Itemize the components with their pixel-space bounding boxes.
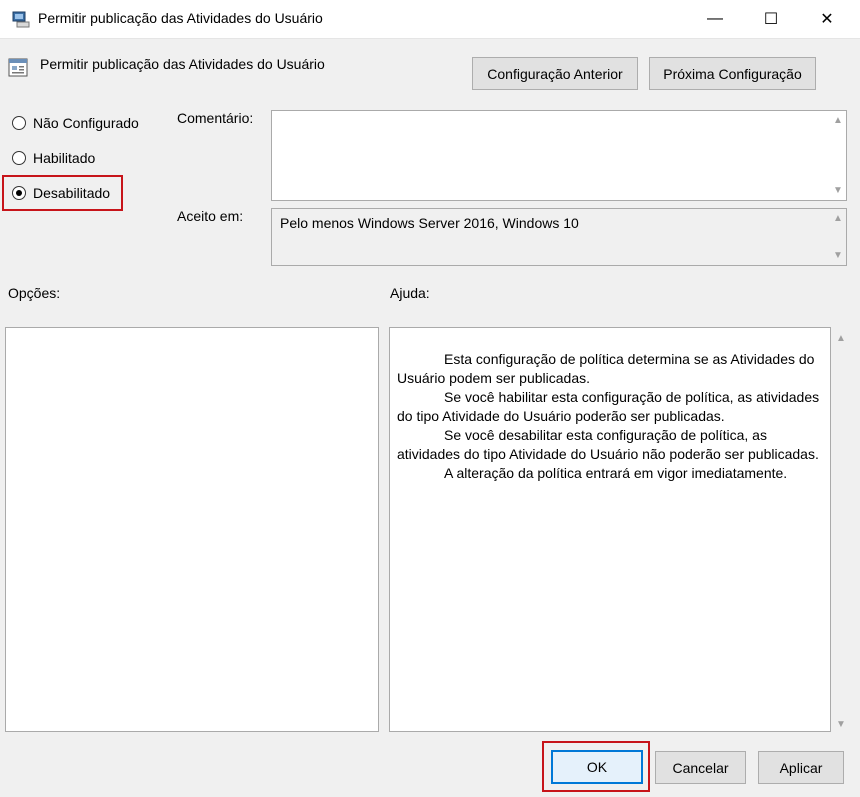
comment-textarea[interactable]: ▲ ▼ [271, 110, 847, 201]
scroll-down-icon[interactable]: ▼ [833, 185, 843, 196]
radio-circle[interactable] [12, 151, 26, 165]
supported-scrollbar[interactable]: ▲ ▼ [829, 209, 846, 265]
close-button[interactable]: ✕ [804, 0, 850, 38]
apply-button[interactable]: Aplicar [758, 751, 844, 784]
supported-on-label: Aceito em: [177, 208, 244, 224]
options-label: Opções: [8, 285, 61, 301]
title-bar: Permitir publicação das Atividades do Us… [0, 0, 860, 39]
maximize-button[interactable]: ☐ [748, 0, 794, 38]
next-setting-button[interactable]: Próxima Configuração [649, 57, 816, 90]
help-paragraph: Se você habilitar esta configuração de p… [397, 389, 820, 424]
scroll-up-icon[interactable]: ▲ [833, 115, 843, 126]
supported-on-value: Pelo menos Windows Server 2016, Windows … [280, 215, 579, 231]
radio-circle[interactable] [12, 116, 26, 130]
radio-not-configured[interactable]: Não Configurado [12, 115, 139, 131]
comment-scrollbar[interactable]: ▲ ▼ [829, 111, 846, 200]
policy-name: Permitir publicação das Atividades do Us… [40, 56, 325, 72]
minimize-button[interactable]: — [692, 0, 738, 38]
help-label: Ajuda: [390, 285, 430, 301]
scroll-up-icon[interactable]: ▲ [833, 213, 843, 224]
scroll-down-icon[interactable]: ▼ [836, 719, 846, 730]
radio-enabled[interactable]: Habilitado [12, 150, 95, 166]
help-panel: Esta configuração de política determina … [389, 327, 831, 732]
comment-label: Comentário: [177, 110, 254, 126]
help-paragraph: A alteração da política entrará em vigor… [444, 465, 788, 481]
help-paragraph: Esta configuração de política determina … [397, 351, 815, 386]
help-paragraph: Se você desabilitar esta configuração de… [397, 427, 819, 462]
help-text: Esta configuração de política determina … [397, 350, 822, 483]
radio-label: Não Configurado [33, 115, 139, 131]
radio-label: Habilitado [33, 150, 96, 166]
window-title: Permitir publicação das Atividades do Us… [38, 10, 323, 26]
highlight-box-ok [542, 741, 650, 792]
highlight-box-disabled [2, 175, 123, 211]
policy-dialog: Permitir publicação das Atividades do Us… [0, 0, 860, 797]
cancel-button[interactable]: Cancelar [655, 751, 746, 784]
scroll-up-icon[interactable]: ▲ [836, 333, 846, 344]
help-scrollbar[interactable]: ▲ ▼ [832, 327, 849, 732]
policy-settings-icon [8, 58, 28, 77]
group-policy-editor-icon [12, 11, 30, 28]
scroll-down-icon[interactable]: ▼ [833, 250, 843, 261]
supported-on-field: Pelo menos Windows Server 2016, Windows … [271, 208, 847, 266]
options-panel [5, 327, 379, 732]
previous-setting-button[interactable]: Configuração Anterior [472, 57, 638, 90]
